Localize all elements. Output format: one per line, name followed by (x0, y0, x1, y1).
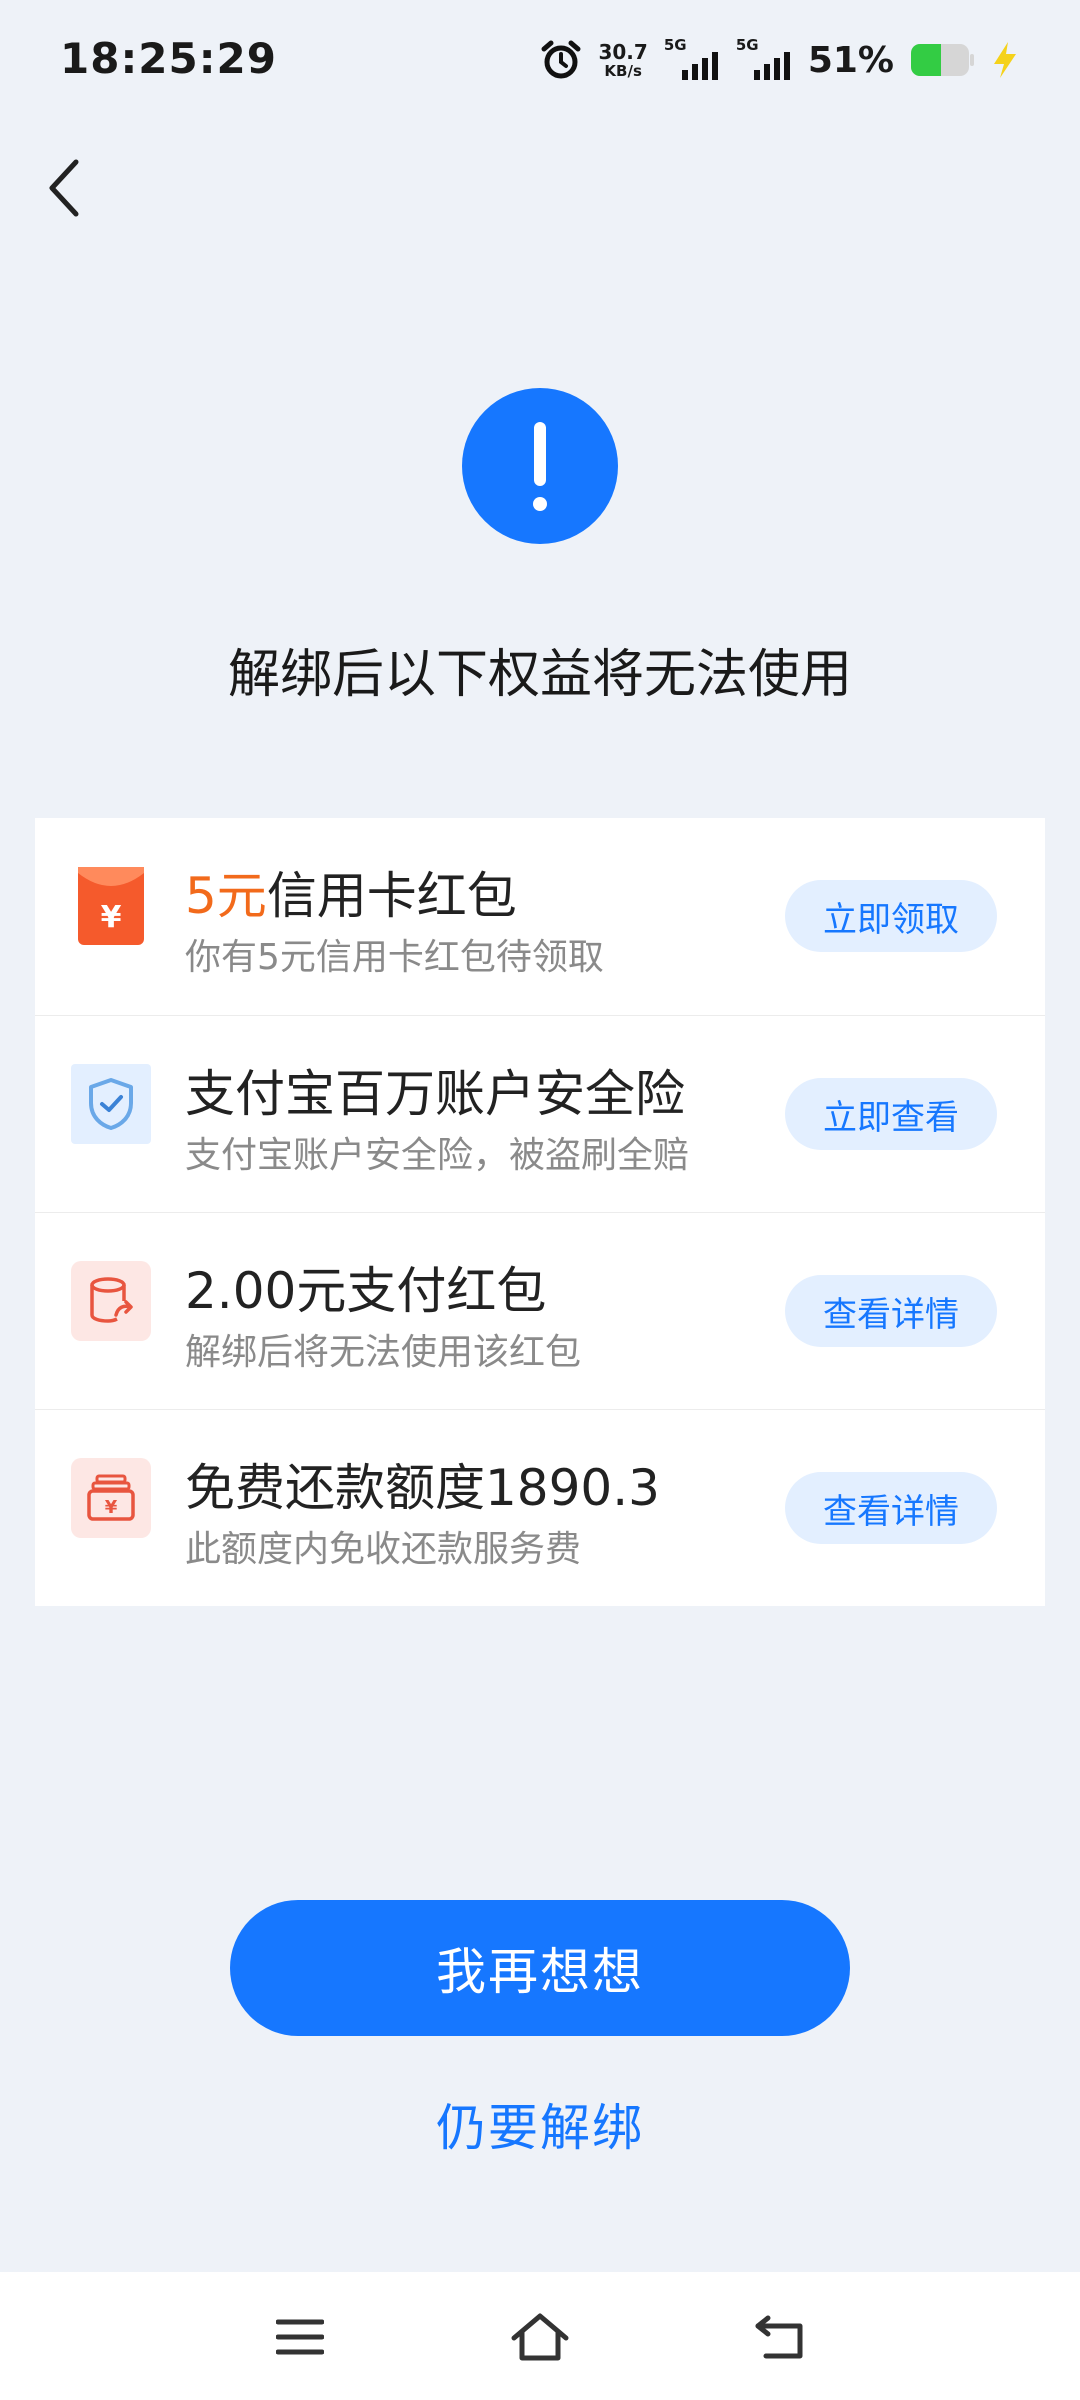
back-nav-button[interactable] (745, 2302, 815, 2372)
view-details-button[interactable]: 查看详情 (785, 1472, 997, 1544)
benefit-subtitle: 此额度内免收还款服务费 (185, 1529, 582, 1570)
home-icon (511, 2313, 569, 2361)
status-time: 18:25:29 (60, 34, 277, 83)
benefit-subtitle: 你有5元信用卡红包待领取 (185, 937, 604, 978)
unbind-confirm-page: 18:25:29 30.7 KB/s 5G 5G 51% 解绑后以下权益将无法使… (0, 0, 1080, 2400)
benefit-title: 免费还款额度1890.3 (185, 1459, 660, 1517)
shield-check-icon (71, 1064, 151, 1144)
benefit-row-payment-envelope: 2.00元支付红包 解绑后将无法使用该红包 查看详情 (35, 1212, 1045, 1410)
battery-icon (911, 44, 974, 76)
signal-bars-icon (681, 52, 718, 80)
network-speed: 30.7 KB/s (598, 42, 647, 79)
network-speed-unit: KB/s (604, 61, 642, 80)
exclamation-icon (462, 388, 618, 544)
return-icon (755, 2315, 803, 2359)
signal-bars-icon (753, 52, 790, 80)
benefit-subtitle: 解绑后将无法使用该红包 (185, 1332, 582, 1373)
benefit-row-account-insurance: 支付宝百万账户安全险 支付宝账户安全险，被盗刷全赔 立即查看 (35, 1015, 1045, 1213)
svg-text:¥: ¥ (101, 900, 122, 935)
charging-bolt-icon (994, 42, 1016, 78)
sim2-signal: 5G (736, 36, 792, 80)
benefit-title: 2.00元支付红包 (185, 1262, 547, 1320)
view-details-button[interactable]: 查看详情 (785, 1275, 997, 1347)
exclamation-mark-glyph (533, 422, 547, 511)
status-bar: 18:25:29 30.7 KB/s 5G 5G 51% (0, 0, 1080, 120)
back-button[interactable] (34, 148, 94, 228)
red-envelope-yuan-icon: ¥ (71, 866, 151, 946)
battery-percent: 51% (807, 39, 894, 81)
benefit-title-highlight: 5元 (185, 867, 267, 925)
view-now-button[interactable]: 立即查看 (785, 1078, 997, 1150)
reconsider-button[interactable]: 我再想想 (230, 1900, 850, 2036)
benefit-row-free-repayment: ¥ 免费还款额度1890.3 此额度内免收还款服务费 查看详情 (35, 1409, 1045, 1607)
system-navigation-bar (0, 2272, 1080, 2400)
benefit-row-credit-card-envelope: ¥ 5元信用卡红包 你有5元信用卡红包待领取 立即领取 (35, 818, 1045, 1015)
benefits-list: ¥ 5元信用卡红包 你有5元信用卡红包待领取 立即领取 支付宝百万账户安全险 支… (35, 818, 1045, 1606)
network-speed-value: 30.7 (598, 39, 648, 64)
benefit-subtitle: 支付宝账户安全险，被盗刷全赔 (185, 1135, 690, 1176)
menu-icon (276, 2319, 324, 2355)
confirm-unbind-link[interactable]: 仍要解绑 (0, 2088, 1080, 2160)
wallet-red-envelope-icon (71, 1261, 151, 1341)
status-indicators: 30.7 KB/s 5G 5G 51% (540, 36, 1020, 84)
svg-text:¥: ¥ (105, 1497, 118, 1518)
repayment-yuan-icon: ¥ (71, 1458, 151, 1538)
benefit-title: 5元信用卡红包 (185, 856, 517, 928)
benefit-title: 支付宝百万账户安全险 (185, 1065, 685, 1123)
page-headline: 解绑后以下权益将无法使用 (227, 645, 852, 705)
home-nav-button[interactable] (505, 2302, 575, 2372)
benefit-title-text: 信用卡红包 (266, 867, 517, 925)
back-arrow-icon (49, 159, 79, 217)
sim1-signal: 5G (664, 36, 720, 80)
alarm-icon (541, 40, 581, 79)
menu-nav-button[interactable] (265, 2302, 335, 2372)
claim-now-button[interactable]: 立即领取 (785, 880, 997, 952)
